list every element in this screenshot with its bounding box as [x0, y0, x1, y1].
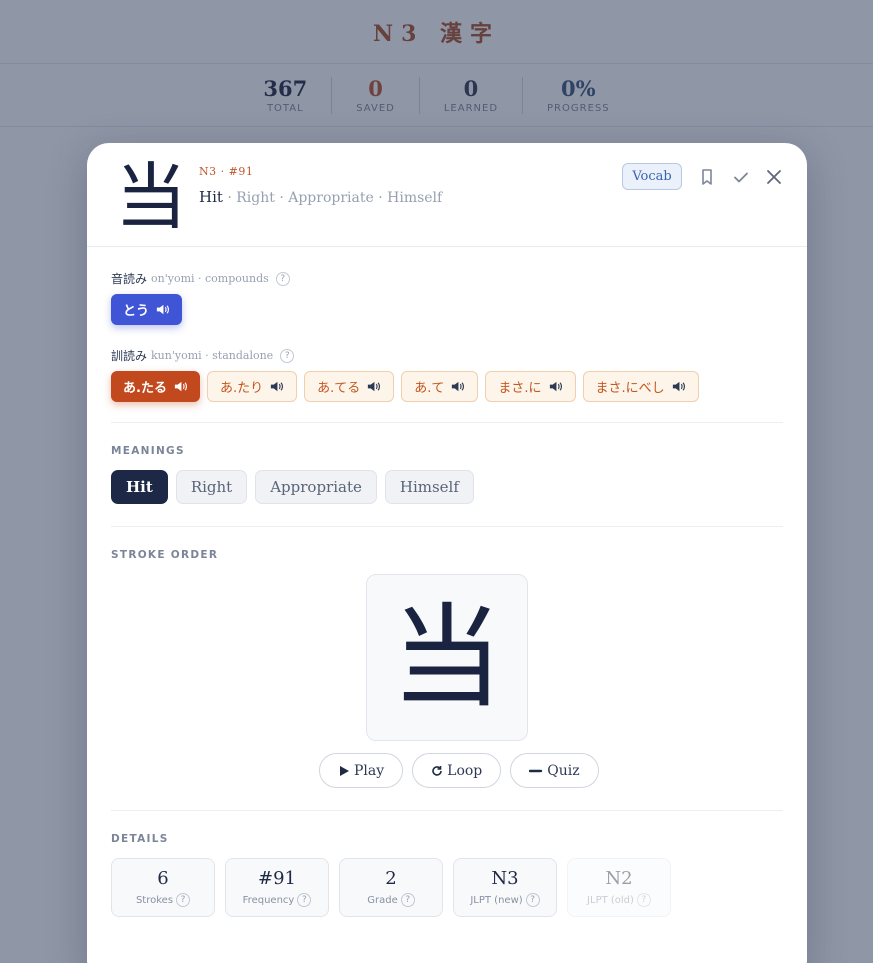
reading-text: まさ.にべし	[595, 381, 665, 396]
speaker-icon	[672, 381, 685, 392]
stroke-order-kanji: 当	[391, 592, 503, 723]
detail-label-text: JLPT (new)	[470, 894, 523, 906]
kunyomi-section: 訓読み kun'yomi · standalone ? あ.たる あ.たり あ.…	[111, 347, 699, 402]
check-icon[interactable]	[731, 167, 751, 187]
vocab-button[interactable]: Vocab	[622, 163, 682, 190]
kanji-detail-modal: 当 N3 · #91 Hit · Right · Appropriate · H…	[87, 143, 807, 963]
help-icon[interactable]: ?	[525, 893, 540, 907]
onyomi-label: 音読み on'yomi · compounds ?	[111, 270, 290, 287]
kunyomi-reading-chip[interactable]: あ.たり	[206, 371, 298, 402]
meaning-chip[interactable]: Appropriate	[255, 470, 377, 504]
speaker-icon	[270, 381, 284, 392]
kanji-other-meanings: · Right · Appropriate · Himself	[222, 190, 443, 206]
kanji-meanings-summary: Hit · Right · Appropriate · Himself	[199, 188, 442, 206]
kanji-character: 当	[115, 155, 188, 239]
detail-label: JLPT (old)?	[587, 893, 651, 907]
divider	[111, 526, 783, 527]
help-icon[interactable]: ?	[297, 893, 312, 907]
quiz-icon	[529, 769, 543, 772]
detail-label-text: Strokes	[135, 894, 174, 906]
reading-text: とう	[123, 304, 150, 319]
kunyomi-reading-chip[interactable]: あ.たる	[111, 371, 200, 402]
detail-value: #91	[258, 868, 296, 889]
reading-text: まさ.に	[498, 381, 542, 396]
help-icon[interactable]: ?	[636, 893, 651, 907]
detail-label-text: JLPT (old)	[587, 894, 634, 906]
kanji-primary-meaning: Hit	[199, 188, 223, 206]
play-button[interactable]: Play	[319, 753, 404, 788]
play-label: Play	[354, 762, 385, 779]
detail-jlpt-new: N3 JLPT (new)?	[453, 858, 557, 917]
detail-value: N2	[605, 868, 633, 889]
modal-header: 当 N3 · #91 Hit · Right · Appropriate · H…	[87, 143, 807, 247]
detail-value: N3	[491, 868, 519, 889]
speaker-icon	[549, 381, 562, 392]
meanings-title: MEANINGS	[111, 445, 185, 457]
detail-value: 2	[385, 868, 397, 889]
meaning-chip[interactable]: Hit	[111, 470, 168, 504]
kunyomi-readings: あ.たる あ.たり あ.てる あ.て まさ.に まさ.にべし	[111, 371, 699, 402]
reading-text: あ.たり	[219, 381, 264, 396]
meaning-chip[interactable]: Right	[175, 470, 248, 504]
loop-button[interactable]: Loop	[412, 753, 502, 788]
speaker-icon	[156, 304, 169, 315]
onyomi-label-en: on'yomi · compounds	[151, 272, 269, 285]
detail-value: 6	[157, 868, 169, 889]
detail-jlpt-old: N2 JLPT (old)?	[567, 858, 671, 917]
onyomi-reading-chip[interactable]: とう	[111, 294, 183, 325]
loop-icon	[432, 765, 442, 776]
reading-text: あ.て	[414, 381, 445, 396]
details-title: DETAILS	[111, 833, 169, 845]
help-icon[interactable]: ?	[275, 271, 290, 286]
speaker-icon	[452, 381, 465, 392]
bookmark-icon[interactable]	[697, 167, 717, 187]
kunyomi-label-en: kun'yomi · standalone	[151, 349, 274, 362]
kunyomi-reading-chip[interactable]: あ.てる	[304, 371, 395, 402]
details-grid: 6 Strokes? #91 Frequency? 2 Grade? N3 JL…	[111, 858, 671, 917]
reading-text: あ.てる	[317, 381, 361, 396]
kanji-level-rank: N3 · #91	[199, 165, 254, 178]
detail-label: Strokes?	[135, 893, 191, 907]
divider	[111, 810, 783, 811]
detail-strokes: 6 Strokes?	[111, 858, 215, 917]
detail-label: JLPT (new)?	[470, 893, 540, 907]
detail-label-text: Frequency	[242, 894, 295, 906]
reading-text: あ.たる	[123, 381, 167, 396]
kunyomi-label-jp: 訓読み	[111, 349, 148, 363]
onyomi-section: 音読み on'yomi · compounds ? とう	[111, 270, 290, 325]
detail-frequency: #91 Frequency?	[225, 858, 329, 917]
loop-label: Loop	[447, 762, 483, 779]
detail-grade: 2 Grade?	[339, 858, 443, 917]
stroke-controls: Play Loop Quiz	[319, 753, 599, 788]
detail-label: Grade?	[367, 893, 415, 907]
detail-label-text: Grade	[367, 894, 398, 906]
play-icon	[340, 765, 349, 776]
close-icon[interactable]	[764, 167, 784, 187]
divider	[111, 422, 783, 423]
help-icon[interactable]: ?	[400, 893, 415, 907]
quiz-button[interactable]: Quiz	[510, 753, 599, 788]
help-icon[interactable]: ?	[280, 348, 295, 363]
quiz-label: Quiz	[547, 762, 580, 779]
kunyomi-reading-chip[interactable]: まさ.に	[485, 371, 576, 402]
meanings-list: Hit Right Appropriate Himself	[111, 470, 474, 504]
speaker-icon	[174, 381, 187, 392]
speaker-icon	[368, 381, 381, 392]
meaning-chip[interactable]: Himself	[384, 470, 474, 504]
onyomi-readings: とう	[111, 294, 290, 325]
help-icon[interactable]: ?	[176, 893, 191, 907]
kunyomi-label: 訓読み kun'yomi · standalone ?	[111, 347, 699, 364]
onyomi-label-jp: 音読み	[111, 272, 148, 286]
stroke-order-canvas: 当	[366, 574, 528, 741]
stroke-order-title: STROKE ORDER	[111, 549, 219, 561]
kunyomi-reading-chip[interactable]: まさ.にべし	[582, 371, 699, 402]
kunyomi-reading-chip[interactable]: あ.て	[401, 371, 479, 402]
detail-label: Frequency?	[243, 893, 312, 907]
